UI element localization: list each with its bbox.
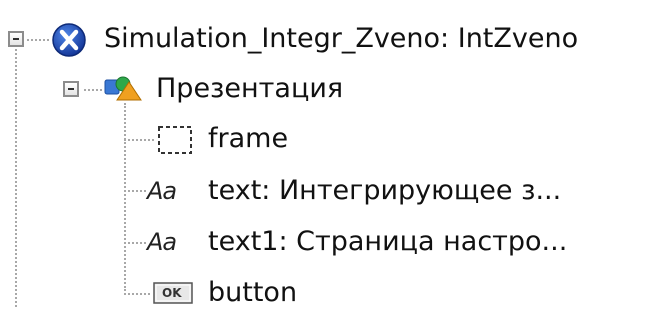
tree-guide-line <box>15 49 17 307</box>
presentation-icon <box>103 74 147 106</box>
tree-guide-line <box>124 190 146 192</box>
tree-guide-line <box>84 89 102 91</box>
tree-guide-line <box>124 103 126 291</box>
tree-node-text1-label[interactable]: text1: Страница настро... <box>208 225 567 259</box>
text-icon: Aa <box>147 177 177 205</box>
tree-node-frame-label[interactable]: frame <box>208 122 288 156</box>
tree-node-presentation-label[interactable]: Презентация <box>156 72 343 106</box>
tree-guide-line <box>124 242 146 244</box>
button-icon: OK <box>152 280 196 306</box>
agent-x-icon <box>51 22 87 58</box>
tree-node-root-label[interactable]: Simulation_Integr_Zveno: IntZveno <box>104 22 578 56</box>
collapse-toggle-root[interactable] <box>8 31 24 47</box>
text-icon: Aa <box>147 228 177 256</box>
tree-node-button-label[interactable]: button <box>208 276 297 310</box>
tree-node-text-label[interactable]: text: Интегрирующее з... <box>208 174 561 208</box>
tree-guide-line <box>124 139 154 141</box>
collapse-toggle-presentation[interactable] <box>63 81 79 97</box>
frame-icon <box>155 123 195 157</box>
tree-guide-line <box>27 39 49 41</box>
button-icon-text: OK <box>162 286 182 300</box>
project-tree: Simulation_Integr_Zveno: IntZveno Презен… <box>0 0 649 309</box>
tree-guide-line <box>124 293 150 295</box>
